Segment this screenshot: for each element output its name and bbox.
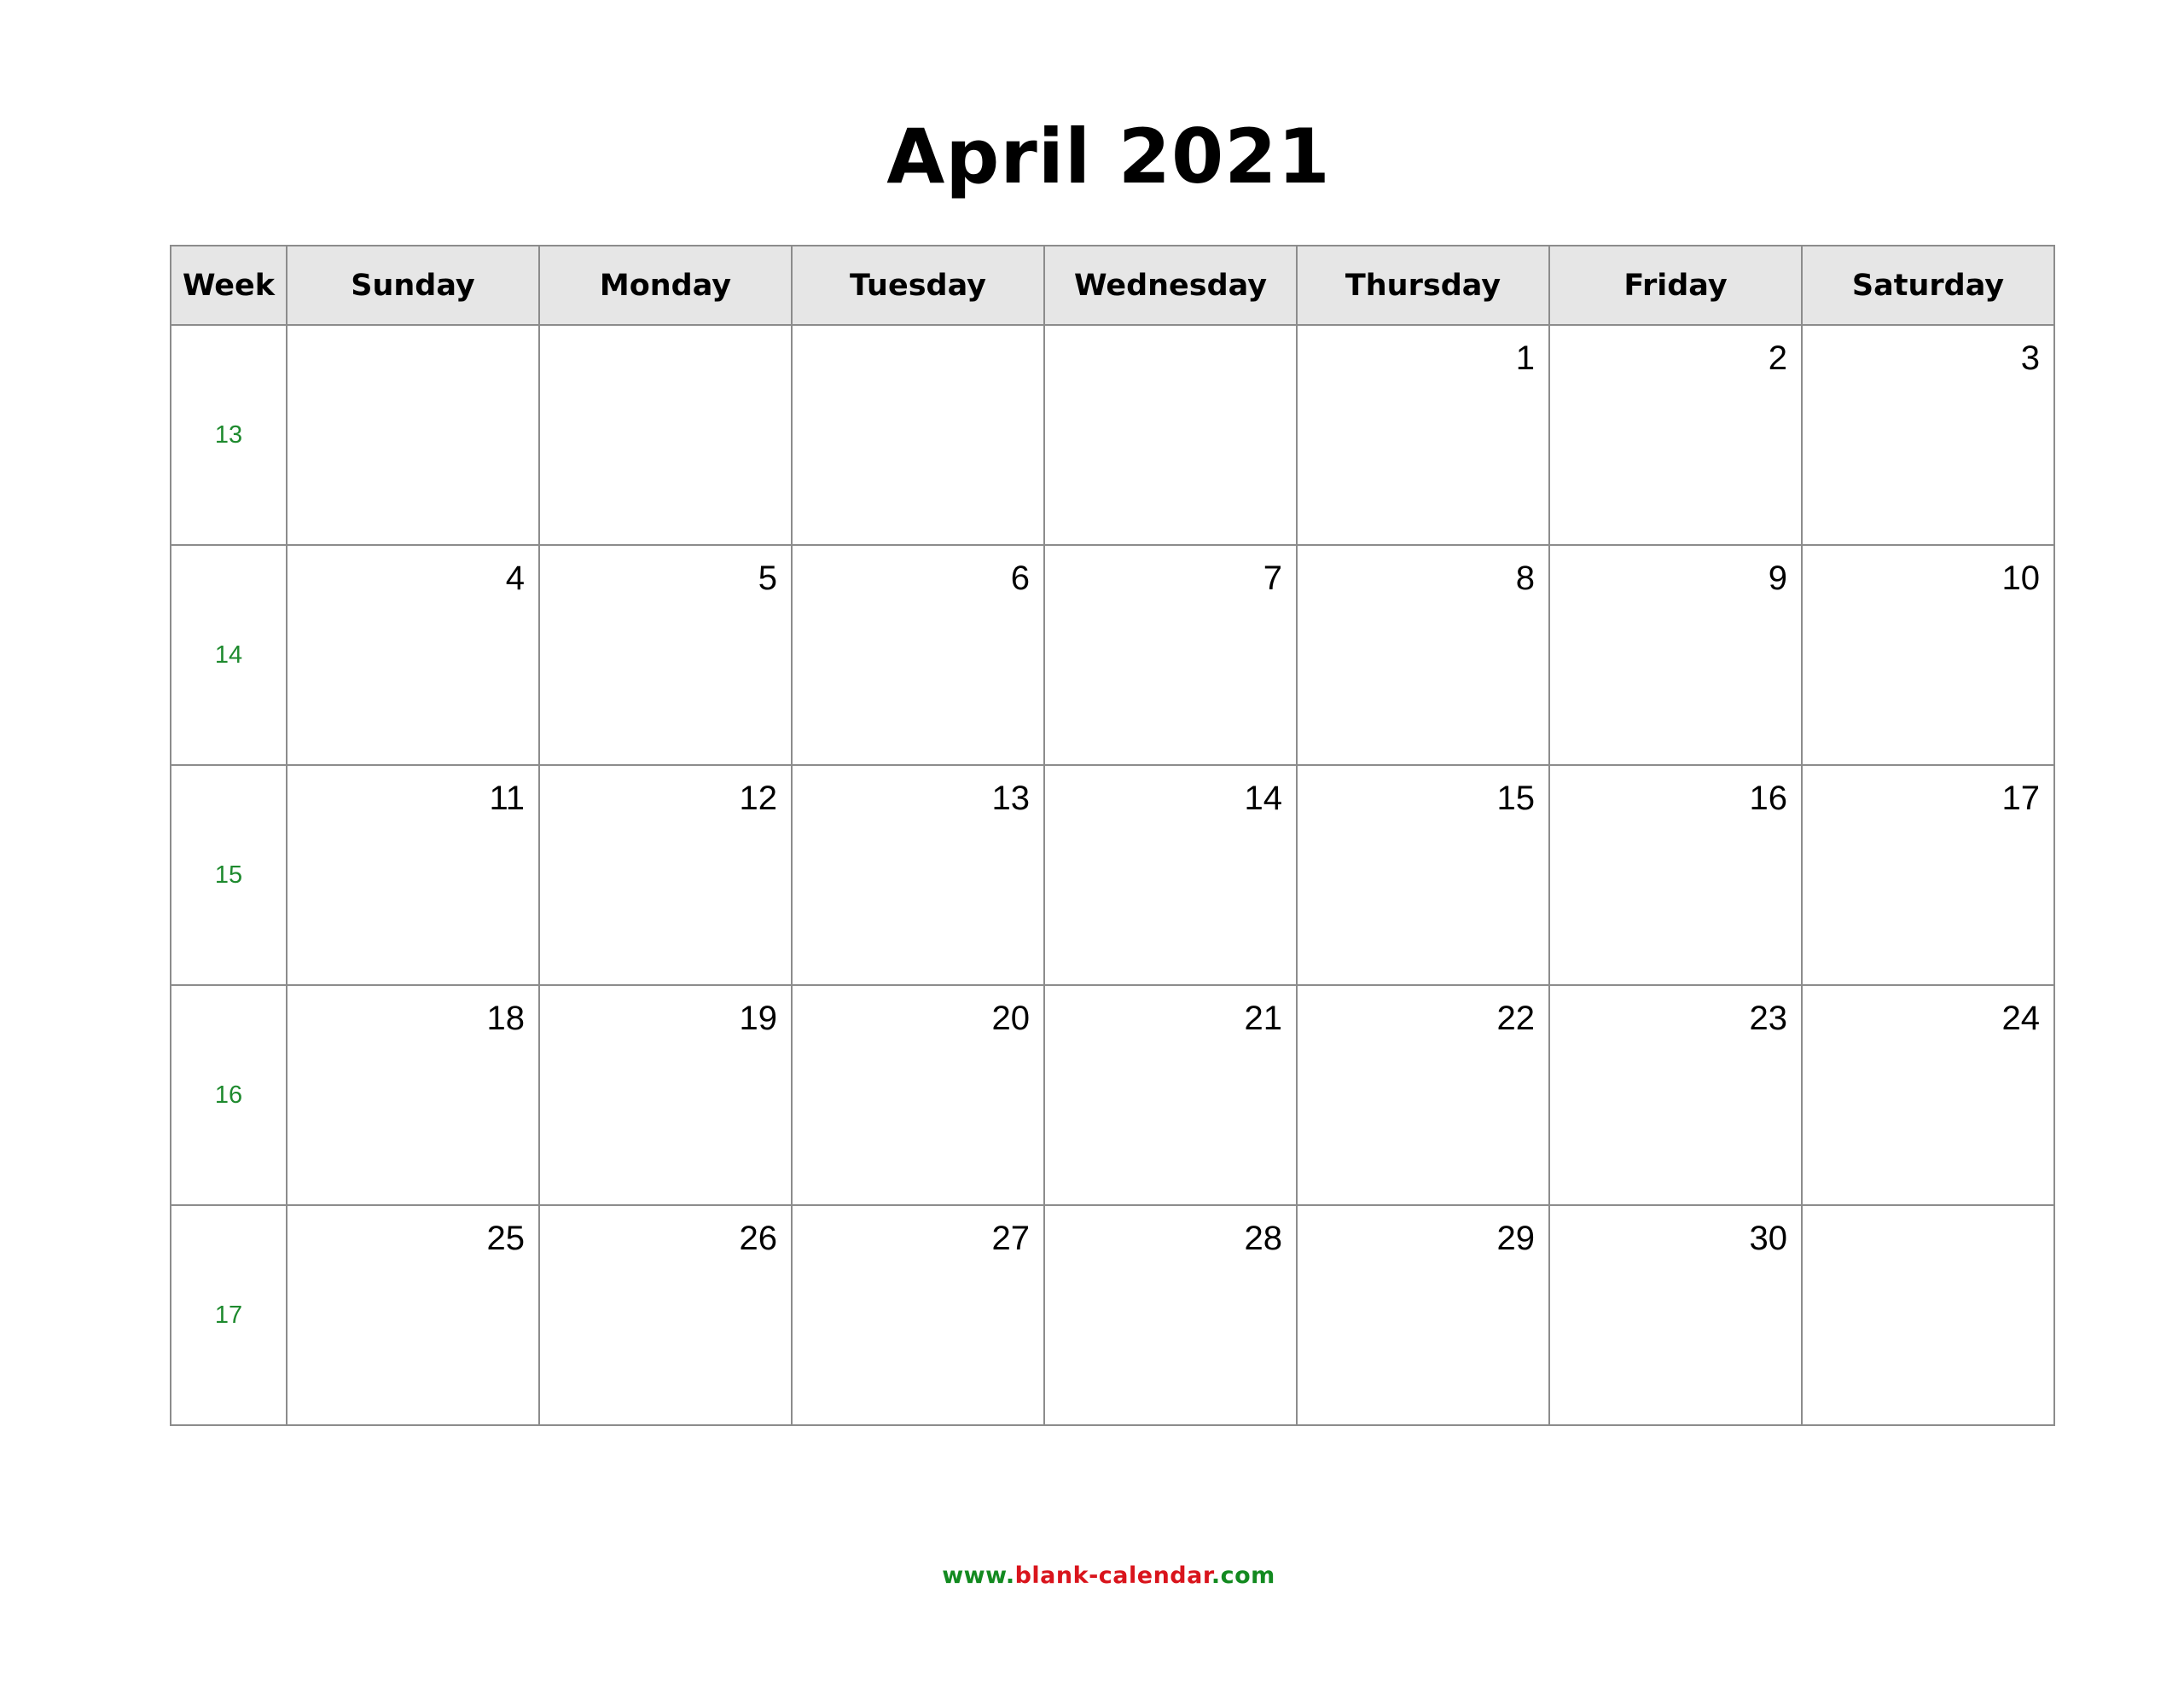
day-number: 17 [2001, 780, 2041, 817]
day-cell[interactable]: 11 [286, 764, 540, 986]
day-cell[interactable]: 15 [1296, 764, 1550, 986]
day-number: 10 [2001, 559, 2041, 597]
day-cell[interactable]: 12 [538, 764, 793, 986]
day-cell[interactable]: 23 [1548, 984, 1803, 1206]
week-number: 13 [170, 324, 288, 546]
day-cell[interactable]: 2 [1548, 324, 1803, 546]
day-number: 15 [1496, 780, 1536, 817]
day-cell[interactable]: 3 [1801, 324, 2055, 546]
day-cell[interactable]: 5 [538, 544, 793, 766]
footer-suffix: .com [1211, 1562, 1275, 1589]
day-cell[interactable] [1801, 1204, 2055, 1426]
day-cell[interactable]: 24 [1801, 984, 2055, 1206]
day-number: 22 [1496, 1000, 1536, 1037]
day-number: 26 [739, 1220, 778, 1257]
day-number [1045, 326, 1296, 339]
day-cell[interactable]: 8 [1296, 544, 1550, 766]
day-cell[interactable]: 16 [1548, 764, 1803, 986]
day-cell[interactable]: 27 [791, 1204, 1045, 1426]
calendar-title: April 2021 [886, 113, 1331, 200]
header-saturday: Saturday [1801, 245, 2055, 326]
day-number: 28 [1244, 1220, 1283, 1257]
header-week: Week [170, 245, 288, 326]
day-cell[interactable]: 6 [791, 544, 1045, 766]
day-cell[interactable]: 19 [538, 984, 793, 1206]
day-cell[interactable]: 29 [1296, 1204, 1550, 1426]
day-number: 13 [991, 780, 1031, 817]
week-number: 14 [170, 544, 288, 766]
day-number: 1 [1515, 339, 1535, 377]
header-monday: Monday [538, 245, 793, 326]
week-row: 13 1 2 3 [170, 324, 2055, 546]
day-cell[interactable] [286, 324, 540, 546]
footer-name: blank-calendar [1014, 1562, 1211, 1589]
week-number: 16 [170, 984, 288, 1206]
day-cell[interactable]: 18 [286, 984, 540, 1206]
day-number: 9 [1768, 559, 1787, 597]
day-cell[interactable]: 17 [1801, 764, 2055, 986]
day-cell[interactable]: 26 [538, 1204, 793, 1426]
week-row: 14 4 5 6 7 8 9 10 [170, 544, 2055, 766]
day-number: 30 [1749, 1220, 1788, 1257]
header-sunday: Sunday [286, 245, 540, 326]
day-cell[interactable]: 4 [286, 544, 540, 766]
day-cell[interactable]: 25 [286, 1204, 540, 1426]
day-number: 24 [2001, 1000, 2041, 1037]
day-number: 29 [1496, 1220, 1536, 1257]
day-number [540, 326, 791, 339]
header-tuesday: Tuesday [791, 245, 1045, 326]
week-row: 16 18 19 20 21 22 23 24 [170, 984, 2055, 1206]
week-number: 15 [170, 764, 288, 986]
calendar-grid: Week Sunday Monday Tuesday Wednesday Thu… [170, 245, 2055, 1426]
day-number: 23 [1749, 1000, 1788, 1037]
day-number: 6 [1010, 559, 1030, 597]
day-cell[interactable]: 30 [1548, 1204, 1803, 1426]
day-cell[interactable]: 21 [1043, 984, 1298, 1206]
day-number: 4 [505, 559, 525, 597]
day-cell[interactable]: 28 [1043, 1204, 1298, 1426]
day-cell[interactable]: 9 [1548, 544, 1803, 766]
footer-prefix: www. [942, 1562, 1015, 1589]
day-cell[interactable]: 13 [791, 764, 1045, 986]
day-number [1803, 1206, 2053, 1220]
day-cell[interactable]: 7 [1043, 544, 1298, 766]
day-number: 14 [1244, 780, 1283, 817]
day-cell[interactable] [791, 324, 1045, 546]
day-number: 5 [758, 559, 777, 597]
footer-website-link[interactable]: www.blank-calendar.com [0, 1562, 2184, 1589]
day-number: 18 [486, 1000, 526, 1037]
day-number: 12 [739, 780, 778, 817]
day-number: 7 [1263, 559, 1282, 597]
day-number: 3 [2020, 339, 2040, 377]
week-row: 17 25 26 27 28 29 30 [170, 1204, 2055, 1426]
day-number [288, 326, 538, 339]
day-cell[interactable]: 14 [1043, 764, 1298, 986]
header-wednesday: Wednesday [1043, 245, 1298, 326]
day-cell[interactable] [538, 324, 793, 546]
day-cell[interactable]: 22 [1296, 984, 1550, 1206]
day-number: 19 [739, 1000, 778, 1037]
header-thursday: Thursday [1296, 245, 1550, 326]
day-cell[interactable] [1043, 324, 1298, 546]
day-number: 8 [1515, 559, 1535, 597]
day-cell[interactable]: 1 [1296, 324, 1550, 546]
week-row: 15 11 12 13 14 15 16 17 [170, 764, 2055, 986]
day-number: 11 [489, 780, 525, 817]
day-number [793, 326, 1043, 339]
day-cell[interactable]: 10 [1801, 544, 2055, 766]
day-number: 25 [486, 1220, 526, 1257]
day-number: 2 [1768, 339, 1787, 377]
day-number: 16 [1749, 780, 1788, 817]
week-number: 17 [170, 1204, 288, 1426]
day-number: 21 [1244, 1000, 1283, 1037]
header-friday: Friday [1548, 245, 1803, 326]
day-number: 27 [991, 1220, 1031, 1257]
day-number: 20 [991, 1000, 1031, 1037]
header-row: Week Sunday Monday Tuesday Wednesday Thu… [170, 245, 2055, 326]
day-cell[interactable]: 20 [791, 984, 1045, 1206]
